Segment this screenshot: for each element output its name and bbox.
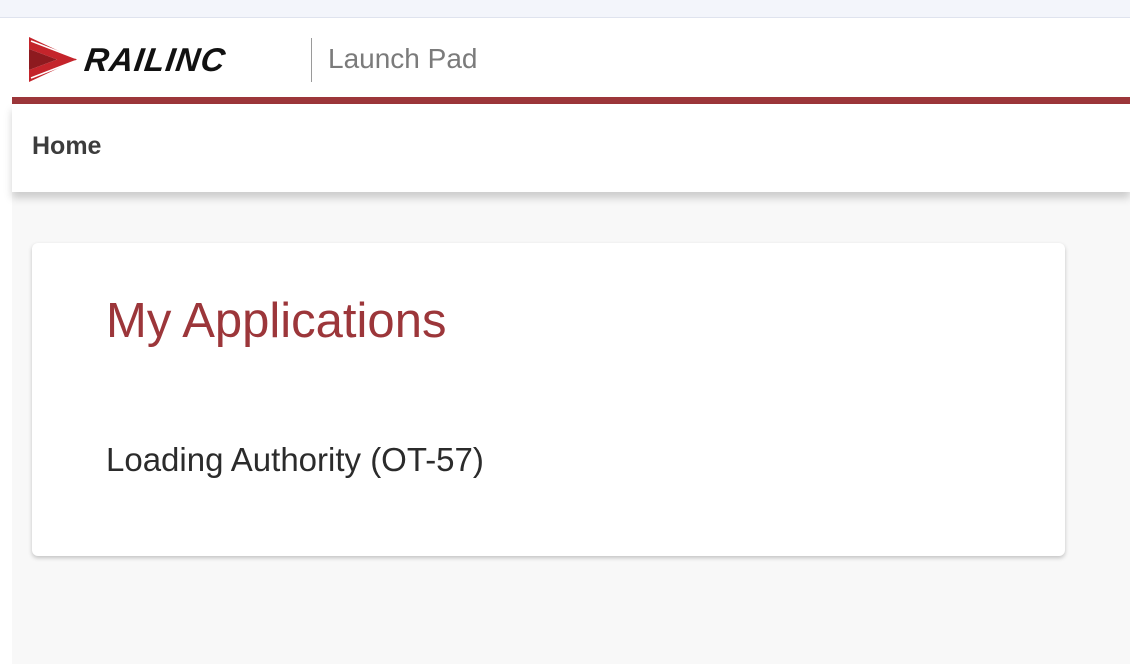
browser-viewport: RAILINC Launch Pad Home My Applications … <box>0 0 1130 664</box>
browser-top-strip <box>0 0 1130 18</box>
app-container: RAILINC Launch Pad Home My Applications … <box>12 18 1130 664</box>
card-title: My Applications <box>106 294 447 348</box>
app-title: Launch Pad <box>328 43 478 74</box>
home-link[interactable]: Home <box>32 131 101 161</box>
railinc-logo[interactable]: RAILINC <box>29 37 229 82</box>
breadcrumb-bar: Home <box>12 104 1130 192</box>
header-accent-bar <box>12 97 1130 104</box>
my-applications-card: My Applications Loading Authority (OT-57… <box>32 243 1065 556</box>
logo-wordmark: RAILINC <box>82 41 229 78</box>
railinc-logo-icon <box>29 37 77 82</box>
app-header: RAILINC Launch Pad <box>12 18 1130 97</box>
header-divider <box>311 38 312 82</box>
application-link-loading-authority[interactable]: Loading Authority (OT-57) <box>106 439 484 481</box>
